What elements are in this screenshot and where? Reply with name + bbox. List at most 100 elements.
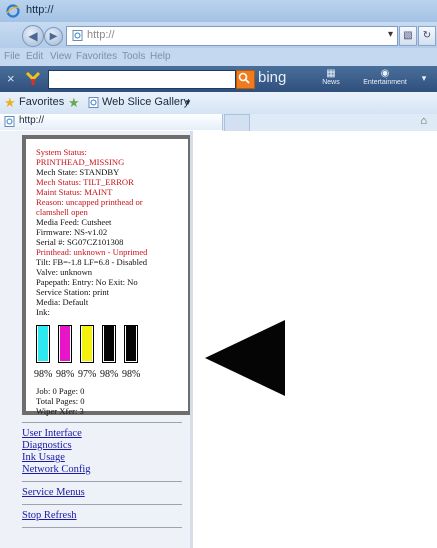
entertainment-icon: ◉ xyxy=(380,68,390,79)
ink-bar xyxy=(36,325,50,363)
status-line: Tilt: FB=-1.8 LF=6.8 - Disabled xyxy=(36,257,148,267)
ink-bar xyxy=(124,325,138,363)
status-line: Ink: xyxy=(36,307,50,317)
frame-divider[interactable] xyxy=(190,131,193,548)
ink-percent-label: 98% xyxy=(56,369,75,380)
ink-bar xyxy=(102,325,116,363)
ink-percent-label: 98% xyxy=(100,369,119,380)
ink-bar xyxy=(58,325,72,363)
total-pages-text: Total Pages: 0 xyxy=(36,396,85,406)
back-arrow-icon: ◀ xyxy=(28,29,38,43)
divider xyxy=(22,481,182,482)
ink-bar xyxy=(80,325,94,363)
menu-bar: File Edit View Favorites Tools Help xyxy=(0,48,437,66)
status-line: Valve: unknown xyxy=(36,267,93,277)
refresh-button[interactable]: ↻ xyxy=(418,26,436,46)
add-favorites-icon[interactable]: ★ xyxy=(68,95,80,111)
menu-favorites[interactable]: Favorites xyxy=(76,51,117,62)
ink-level-labels: 98% 98% 97% 98% 98% xyxy=(34,369,194,380)
stop-refresh-link[interactable]: Stop Refresh xyxy=(22,510,184,522)
favorites-star-icon: ★ xyxy=(4,95,16,110)
menu-file[interactable]: File xyxy=(4,51,20,62)
back-button[interactable]: ◀ xyxy=(22,25,44,47)
news-button[interactable]: ▦ News xyxy=(312,68,350,90)
status-line: Maint Status: MAINT xyxy=(36,187,113,197)
web-slice-gallery-link[interactable]: Web Slice Gallery xyxy=(102,96,189,108)
diagnostics-link[interactable]: Diagnostics xyxy=(22,440,184,452)
status-line: Reason: uncapped printhead or xyxy=(36,197,143,207)
search-input[interactable] xyxy=(48,70,236,89)
ink-percent-label: 98% xyxy=(122,369,141,380)
navigation-bar: ◀ ▶ http:// ▾ ▧ ↻ xyxy=(0,22,437,48)
address-bar[interactable]: http:// ▾ xyxy=(66,26,398,46)
ink-fill xyxy=(38,325,48,361)
status-line: PRINTHEAD_MISSING xyxy=(36,157,125,167)
status-line: Printhead: unknown - Unprimed xyxy=(36,247,148,257)
toolbar-logo-icon xyxy=(25,71,41,85)
menu-tools[interactable]: Tools xyxy=(122,51,145,62)
web-slice-page-icon xyxy=(88,97,99,108)
ink-fill xyxy=(82,326,92,361)
tab-page-icon xyxy=(4,116,15,127)
status-lines: System Status: PRINTHEAD_MISSING Mech Stat… xyxy=(36,147,186,317)
status-line: Firmware: NS-v1.02 xyxy=(36,227,108,237)
home-icon[interactable]: ⌂ xyxy=(420,115,427,127)
news-icon: ▦ xyxy=(326,68,336,79)
ink-usage-link[interactable]: Ink Usage xyxy=(22,452,184,464)
compatibility-view-button[interactable]: ▧ xyxy=(399,26,417,46)
favorites-button[interactable]: Favorites xyxy=(19,96,64,108)
user-interface-link[interactable]: User Interface xyxy=(22,428,184,440)
network-config-link[interactable]: Network Config xyxy=(22,464,184,476)
forward-button[interactable]: ▶ xyxy=(44,27,63,46)
entertainment-label: Entertainment xyxy=(363,79,407,86)
status-line: Service Station: print xyxy=(36,287,110,297)
left-frame: System Status: PRINTHEAD_MISSING Mech Stat… xyxy=(0,131,194,548)
tab-bar: http:// ⌂ xyxy=(0,114,437,132)
ink-percent-label: 98% xyxy=(34,369,53,380)
window-title: http:// xyxy=(26,4,54,16)
tab-current[interactable]: http:// xyxy=(0,114,223,131)
favorites-bar: ★ Favorites ★ Web Slice Gallery ▼ xyxy=(0,92,437,115)
job-page-text: Job: 0 Page: 0 xyxy=(36,386,85,396)
divider xyxy=(22,504,182,505)
ink-fill xyxy=(126,325,136,361)
tab-label: http:// xyxy=(19,115,45,126)
entertainment-button[interactable]: ◉ Entertainment xyxy=(355,68,415,90)
address-dropdown-icon[interactable]: ▾ xyxy=(388,29,393,40)
page-content: System Status: PRINTHEAD_MISSING Mech Stat… xyxy=(0,131,437,548)
status-line: Papepath: Entry: No Exit: No xyxy=(36,277,138,287)
menu-edit[interactable]: Edit xyxy=(26,51,43,62)
address-url: http:// xyxy=(87,29,115,41)
wiper-xfer-text: Wiper Xfer: 3 xyxy=(36,406,84,416)
ie-logo-icon xyxy=(6,4,20,18)
web-slice-dropdown-icon[interactable]: ▼ xyxy=(184,98,192,107)
status-line: Serial #: SG07CZ101308 xyxy=(36,237,124,247)
ink-fill xyxy=(60,325,70,361)
nav-links: User Interface Diagnostics Ink Usage Net… xyxy=(22,417,184,533)
toolbar-more-icon[interactable]: ▾ xyxy=(417,68,431,90)
forward-arrow-icon: ▶ xyxy=(49,31,58,42)
divider xyxy=(22,422,182,423)
page-icon xyxy=(72,30,83,41)
bing-logo: bing xyxy=(258,69,287,86)
status-line: Mech Status: TILT_ERROR xyxy=(36,177,134,187)
title-bar: http:// xyxy=(0,0,437,23)
printer-status-panel: System Status: PRINTHEAD_MISSING Mech Stat… xyxy=(22,135,194,416)
status-line: Mech State: STANDBY xyxy=(36,167,120,177)
menu-help[interactable]: Help xyxy=(150,51,171,62)
pointer-arrow-icon xyxy=(205,320,285,396)
ink-fill xyxy=(104,325,114,361)
search-toolbar: × bing ▦ News ◉ Entertainment ▾ xyxy=(0,66,437,92)
new-tab-button[interactable] xyxy=(224,114,250,132)
menu-view[interactable]: View xyxy=(50,51,72,62)
status-line: clamshell open xyxy=(36,207,88,217)
status-line: Media: Default xyxy=(36,297,89,307)
status-line: Media Feed: Cutsheet xyxy=(36,217,112,227)
browser-window: http:// ◀ ▶ http:// ▾ ▧ ↻ File Edit View… xyxy=(0,0,437,548)
news-label: News xyxy=(322,79,340,86)
ink-levels xyxy=(36,325,186,367)
ink-percent-label: 97% xyxy=(78,369,97,380)
service-menus-link[interactable]: Service Menus xyxy=(22,487,184,499)
close-toolbar-icon[interactable]: × xyxy=(7,71,15,86)
search-button[interactable] xyxy=(236,70,255,89)
